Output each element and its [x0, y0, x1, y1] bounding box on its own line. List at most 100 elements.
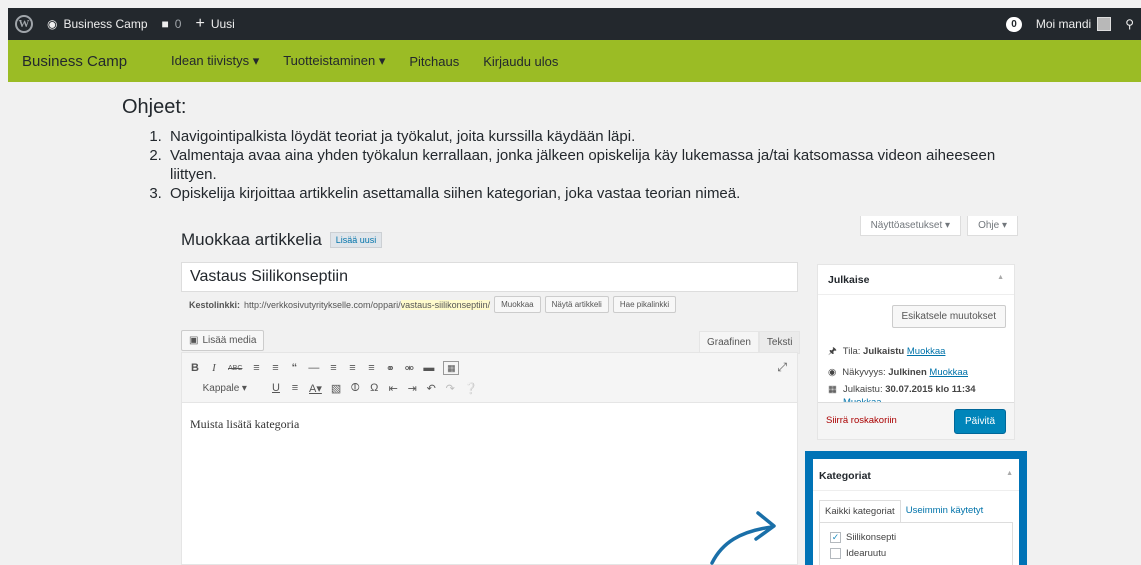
nav-item-pitchaus[interactable]: Pitchaus — [397, 54, 471, 69]
collapse-icon[interactable]: ▲ — [997, 274, 1004, 285]
permalink-base: http://verkkosivutyritykselle.com/oppari… — [244, 299, 401, 310]
get-shortlink-button[interactable]: Hae pikalinkki — [612, 296, 677, 313]
format-select-value: Kappale — [202, 382, 240, 394]
category-label: Idearuutu — [846, 547, 887, 559]
blockquote-icon[interactable]: “ — [289, 362, 299, 374]
help-icon[interactable]: ❔ — [464, 382, 478, 395]
edit-status-link[interactable]: Muokkaa — [907, 346, 946, 357]
nav-item-tuotteistaminen[interactable]: Tuotteistaminen ▾ — [271, 53, 397, 69]
tab-all-categories[interactable]: Kaikki kategoriat — [819, 500, 901, 522]
publish-box: Julkaise ▲ Esikatsele muutokset 🖈 Tila: … — [817, 264, 1015, 440]
indent-icon[interactable]: ⇥ — [407, 382, 417, 395]
tab-text[interactable]: Teksti — [758, 331, 801, 354]
calendar-icon: ▦ — [828, 384, 837, 395]
view-post-button[interactable]: Näytä artikkeli — [544, 296, 609, 313]
status-row: 🖈 Tila: Julkaistu Muokkaa — [828, 345, 1008, 358]
account-menu[interactable]: Moi mandi — [1029, 8, 1118, 40]
underline-icon[interactable]: U — [271, 382, 281, 394]
align-center-icon[interactable]: ≡ — [347, 362, 357, 374]
add-new-button[interactable]: Lisää uusi — [329, 232, 383, 248]
paste-text-icon[interactable]: ▧ — [331, 382, 341, 395]
comment-icon: ■ — [161, 17, 169, 31]
read-more-icon[interactable]: ▬ — [423, 362, 434, 374]
visibility-value: Julkinen — [888, 367, 927, 378]
site-brand-link[interactable]: Business Camp — [8, 53, 141, 70]
comments-link[interactable]: ■ 0 — [155, 8, 189, 40]
update-button[interactable]: Päivitä — [953, 409, 1006, 434]
align-right-icon[interactable]: ≡ — [366, 362, 376, 374]
permalink-label: Kestolinkki: — [189, 299, 241, 310]
admin-bar: W ◉ Business Camp ■ 0 + Uusi 0 Moi mandi… — [8, 8, 1141, 40]
align-left-icon[interactable]: ≡ — [328, 362, 338, 374]
avatar — [1097, 17, 1112, 31]
wordpress-logo-button[interactable]: W — [8, 8, 40, 40]
plus-icon: + — [195, 15, 205, 32]
post-title-input[interactable]: Vastaus Siilikonseptiin — [181, 262, 798, 292]
unlink-icon[interactable]: ⚮ — [404, 362, 414, 375]
bold-icon[interactable]: B — [190, 362, 200, 374]
add-media-button[interactable]: ▣ Lisää media — [181, 330, 265, 351]
chevron-down-icon: ▾ — [241, 382, 247, 394]
visibility-label: Näkyvyys: — [842, 367, 886, 378]
text-color-icon[interactable]: A▾ — [309, 382, 322, 395]
italic-icon[interactable]: I — [209, 362, 219, 374]
special-character-icon[interactable]: Ω — [369, 382, 379, 394]
categories-box: Kategoriat ▲ Kaikki kategoriat Useimmin … — [805, 451, 1027, 565]
instructions-heading: Ohjeet: — [122, 96, 187, 118]
notification-badge[interactable]: 0 — [1006, 16, 1022, 32]
format-select[interactable]: Kappale ▾ — [190, 383, 262, 394]
toolbar-toggle-icon[interactable]: ▦ — [443, 361, 460, 375]
nav-item-logout[interactable]: Kirjaudu ulos — [471, 54, 570, 69]
clear-formatting-icon[interactable]: ⦷ — [350, 382, 360, 395]
fullscreen-icon[interactable]: ⤢ — [777, 360, 787, 375]
page-title: Muokkaa artikkelia — [181, 230, 322, 249]
new-content-link[interactable]: + Uusi — [188, 8, 241, 40]
media-icon: ▣ — [189, 335, 199, 346]
instruction-step: Valmentaja avaa aina yhden työkalun kerr… — [166, 146, 1022, 184]
numbered-list-icon[interactable]: ≡ — [270, 362, 280, 374]
category-checkbox-checked[interactable]: ✓ — [830, 531, 841, 543]
greeting: Moi mandi — [1035, 17, 1092, 31]
status-value: Julkaistu — [863, 346, 905, 357]
permalink-slug[interactable]: vastaus-siilikonseptiin/ — [400, 299, 491, 310]
comments-count: 0 — [174, 17, 182, 31]
published-value: 30.07.2015 klo 11:34 — [885, 384, 976, 395]
edit-permalink-button[interactable]: Muokkaa — [494, 296, 541, 313]
category-label: Siilikonsepti — [846, 531, 897, 543]
bullet-list-icon[interactable]: ≡ — [251, 362, 261, 374]
tab-visual[interactable]: Graafinen — [699, 331, 759, 354]
site-name: Business Camp — [63, 17, 148, 31]
help-button[interactable]: Ohje ▾ — [967, 216, 1018, 236]
horizontal-line-icon[interactable]: — — [308, 362, 319, 374]
nav-item-idean-tiivistys[interactable]: Idean tiivistys ▾ — [159, 53, 271, 69]
search-icon[interactable]: ⚲ — [1118, 8, 1141, 40]
move-to-trash-link[interactable]: Siirrä roskakoriin — [826, 415, 897, 426]
editor-body[interactable]: Muista lisätä kategoria — [182, 403, 797, 446]
collapse-icon[interactable]: ▲ — [1006, 470, 1013, 479]
category-item[interactable]: ✓ Siilikonsepti — [830, 529, 1002, 545]
preview-changes-button[interactable]: Esikatsele muutokset — [891, 305, 1006, 328]
edit-visibility-link[interactable]: Muokkaa — [929, 367, 968, 378]
annotation-arrow — [710, 511, 776, 565]
link-icon[interactable]: ⚭ — [385, 362, 395, 375]
edit-post-screen: Näyttöasetukset ▾ Ohje ▾ Muokkaa artikke… — [155, 210, 1040, 565]
publish-actions: Siirrä roskakoriin Päivitä — [818, 402, 1014, 439]
justify-icon[interactable]: ≡ — [290, 382, 300, 394]
undo-icon[interactable]: ↶ — [426, 382, 436, 395]
category-item[interactable]: Idearuutu — [830, 545, 1002, 561]
pin-icon: 🖈 — [828, 346, 837, 357]
outdent-icon[interactable]: ⇤ — [388, 382, 398, 395]
add-media-label: Lisää media — [202, 335, 257, 346]
permalink-row: Kestolinkki: http://verkkosivutyrityksel… — [189, 296, 677, 313]
site-name-link[interactable]: ◉ Business Camp — [40, 8, 155, 40]
published-label: Julkaistu: — [842, 384, 883, 395]
status-label: Tila: — [842, 346, 861, 357]
wordpress-icon: W — [15, 15, 33, 33]
instruction-step: Opiskelija kirjoittaa artikkelin asettam… — [166, 184, 1022, 203]
redo-icon[interactable]: ↷ — [445, 382, 455, 395]
categories-title: Kategoriat — [819, 470, 871, 482]
screen-options-button[interactable]: Näyttöasetukset ▾ — [859, 216, 962, 236]
strikethrough-icon[interactable]: ABC — [228, 365, 242, 372]
category-checkbox[interactable] — [830, 547, 841, 559]
tab-most-used[interactable]: Useimmin käytetyt — [901, 500, 989, 522]
